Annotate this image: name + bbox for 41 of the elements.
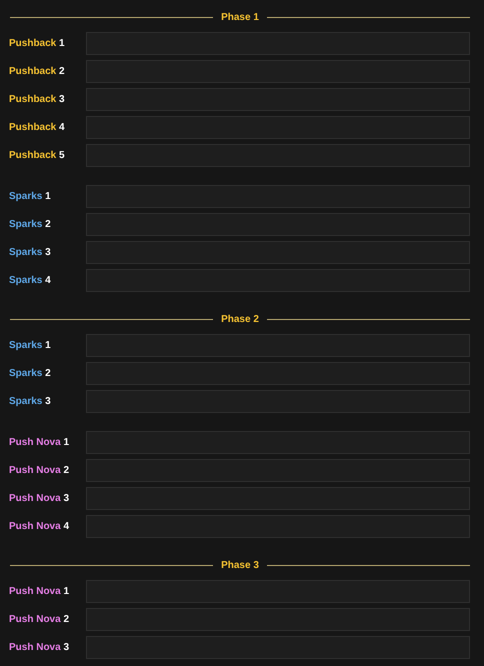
input-field[interactable] <box>86 580 470 602</box>
row-label: Pushback 2 <box>9 64 66 78</box>
input-field[interactable] <box>86 116 470 138</box>
input-field[interactable] <box>86 514 470 538</box>
row-label: Push Nova 2 <box>9 612 70 626</box>
row-label: Push Nova 1 <box>9 584 70 598</box>
row-label: Sparks 2 <box>9 218 52 232</box>
input-field[interactable] <box>86 144 470 166</box>
row-label: Sparks 3 <box>9 394 52 408</box>
input-field[interactable] <box>86 458 470 482</box>
input-field[interactable] <box>86 636 470 658</box>
input-field[interactable] <box>86 32 470 54</box>
row-label: Pushback 4 <box>9 120 66 134</box>
row-label: Pushback 1 <box>9 36 66 50</box>
input-field[interactable] <box>86 334 470 356</box>
input-field[interactable] <box>86 390 470 412</box>
input-field[interactable] <box>86 486 470 510</box>
phase-heading: Phase 2 <box>221 312 259 326</box>
input-field[interactable] <box>86 88 470 110</box>
phase-heading: Phase 3 <box>221 558 259 572</box>
input-field[interactable] <box>86 60 470 82</box>
row-label: Sparks 4 <box>9 274 52 288</box>
row-label: Sparks 3 <box>9 246 52 260</box>
row-label: Push Nova 3 <box>9 492 70 506</box>
input-field[interactable] <box>86 212 470 236</box>
row-label: Push Nova 3 <box>9 640 70 654</box>
input-field[interactable] <box>86 608 470 630</box>
row-label: Push Nova 2 <box>9 464 70 478</box>
input-field[interactable] <box>86 430 470 454</box>
input-field[interactable] <box>86 268 470 292</box>
phase-heading: Phase 1 <box>221 10 259 24</box>
row-label: Push Nova 1 <box>9 436 70 450</box>
row-label: Sparks 1 <box>9 338 52 352</box>
row-label: Sparks 2 <box>9 366 52 380</box>
input-field[interactable] <box>86 184 470 208</box>
row-label: Push Nova 4 <box>9 520 70 534</box>
row-label: Pushback 3 <box>9 92 66 106</box>
row-label: Sparks 1 <box>9 190 52 204</box>
row-label: Pushback 5 <box>9 148 66 162</box>
input-field[interactable] <box>86 240 470 264</box>
input-field[interactable] <box>86 362 470 384</box>
